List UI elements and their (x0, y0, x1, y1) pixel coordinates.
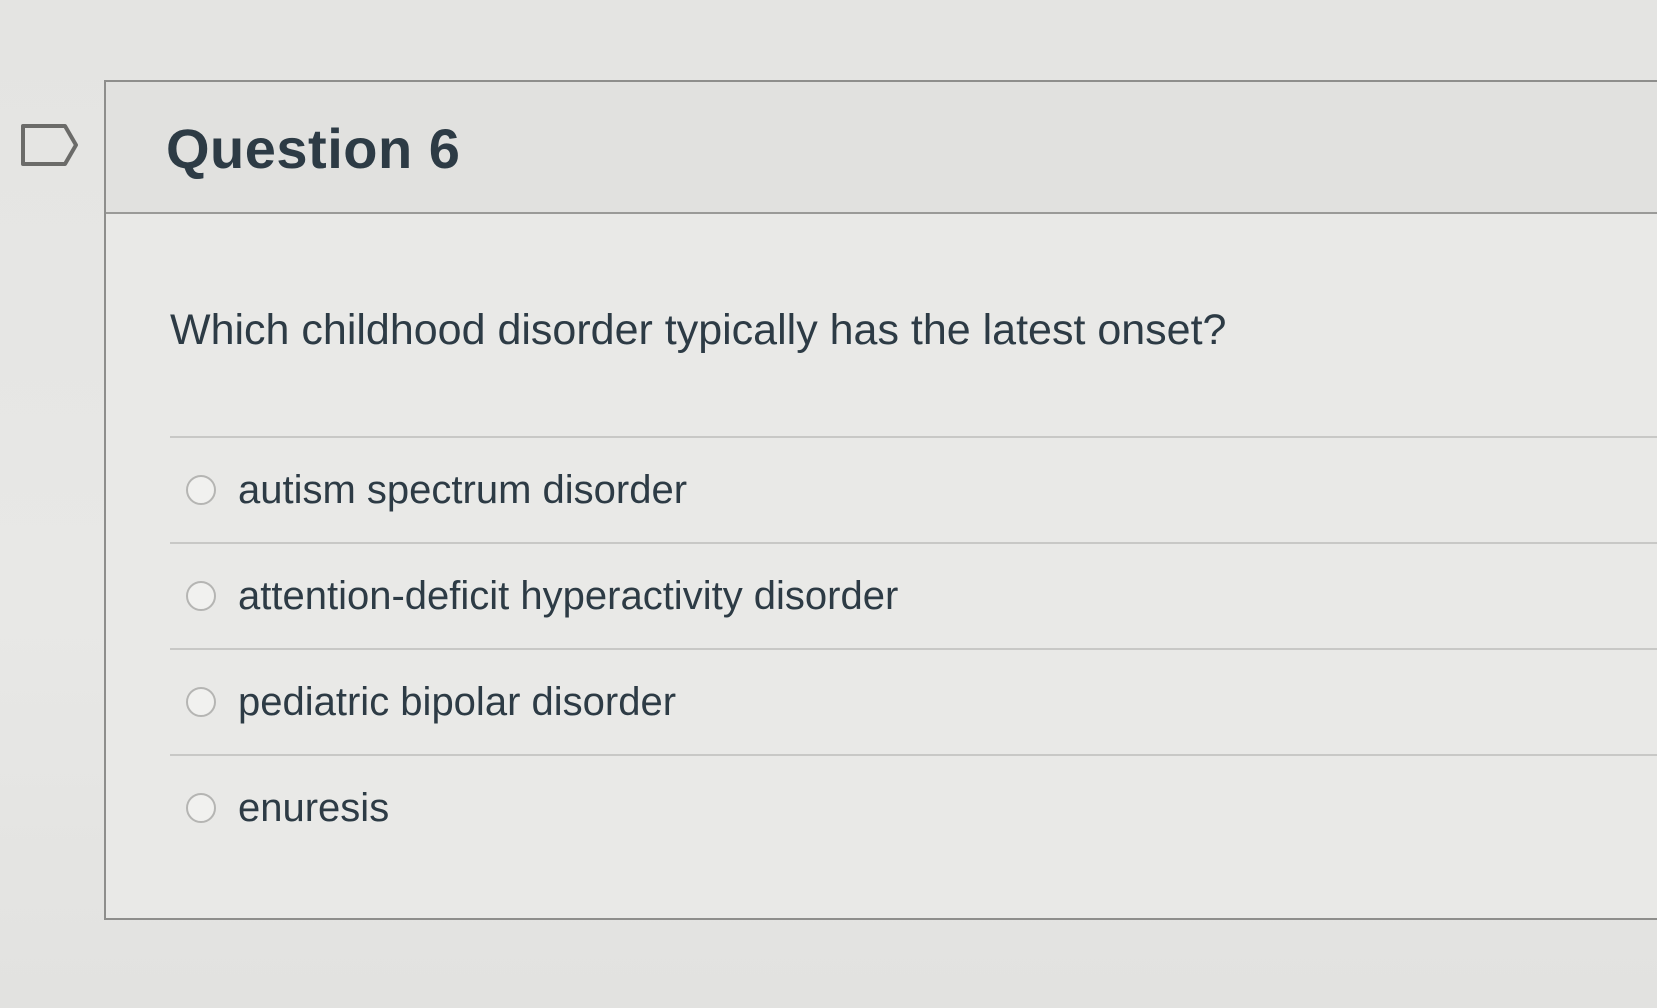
radio-button[interactable] (186, 581, 216, 611)
answer-option[interactable]: autism spectrum disorder (170, 436, 1657, 542)
answer-label: pediatric bipolar disorder (238, 679, 677, 724)
answer-label: autism spectrum disorder (238, 467, 688, 512)
question-card: Question 6 Which childhood disorder typi… (104, 80, 1657, 920)
answer-option[interactable]: enuresis (170, 754, 1657, 860)
question-header: Question 6 (106, 82, 1657, 214)
question-text: Which childhood disorder typically has t… (170, 306, 1227, 354)
radio-button[interactable] (186, 687, 216, 717)
answer-option[interactable]: attention-deficit hyperactivity disorder (170, 542, 1657, 648)
answer-label: attention-deficit hyperactivity disorder (238, 573, 899, 618)
answer-label: enuresis (238, 785, 390, 830)
flag-question-icon[interactable] (20, 120, 80, 170)
answer-list: autism spectrum disorder attention-defic… (170, 436, 1657, 860)
quiz-page: Question 6 Which childhood disorder typi… (0, 0, 1657, 1008)
question-title: Question 6 (166, 117, 461, 180)
radio-button[interactable] (186, 793, 216, 823)
radio-button[interactable] (186, 475, 216, 505)
answer-option[interactable]: pediatric bipolar disorder (170, 648, 1657, 754)
